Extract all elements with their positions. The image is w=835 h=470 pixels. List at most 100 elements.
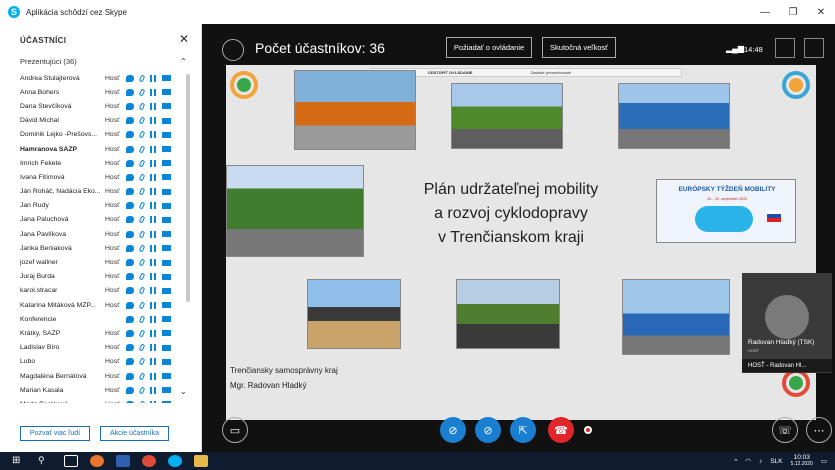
fullscreen-icon[interactable]	[804, 38, 824, 58]
mic-icon	[138, 130, 146, 139]
hold-icon	[150, 400, 156, 403]
collapse-chevron-icon[interactable]: ⌃	[180, 57, 187, 66]
dialpad-icon[interactable]: ☏	[772, 417, 798, 443]
request-control-button[interactable]: Požiadať o ovládanie	[446, 37, 532, 58]
participant-row[interactable]: Dana Števčíková Hosť	[20, 99, 188, 113]
participant-role: Hosť	[105, 117, 120, 125]
participant-row[interactable]: Jana Pavlíkova Hosť	[20, 227, 188, 241]
mic-icon	[138, 343, 146, 352]
participant-row[interactable]: Marta BerákováHosť	[20, 397, 188, 403]
panel-title: ÚČASTNÍCI	[20, 36, 67, 45]
participant-name: Jana Paluchová	[20, 216, 69, 224]
chrome-icon[interactable]	[142, 455, 156, 467]
participant-row[interactable]: Juraj Burda Hosť	[20, 270, 188, 284]
firefox-icon[interactable]	[90, 455, 104, 467]
participant-row[interactable]: Marian Kasala Hosť	[20, 383, 188, 397]
participant-row[interactable]: Janka Beniaková Hosť	[20, 241, 188, 255]
presenters-section-label[interactable]: Prezentujúci (36)	[20, 57, 77, 66]
participant-row[interactable]: Lubo Hosť	[20, 355, 188, 369]
participant-name: Andrea Štulajterová	[20, 74, 80, 82]
mic-icon	[138, 329, 146, 338]
volume-icon[interactable]: ♪	[759, 458, 762, 465]
participant-name: Ladislav Bíro	[20, 344, 60, 352]
more-options-icon[interactable]: ⋯	[806, 417, 832, 443]
invite-more-button[interactable]: Pozvať viac ľudí	[20, 426, 90, 441]
snowplow-photo	[294, 70, 416, 150]
participant-row[interactable]: Dominik Lejko -Prešovs... Hosť	[20, 128, 188, 142]
participant-row[interactable]: Andrea Štulajterová Hosť	[20, 71, 188, 85]
give-up-control-button[interactable]: ODSTÚPIŤ OVLÁDANIE	[428, 70, 473, 75]
participant-row[interactable]: Hamranova SAZP Hosť	[20, 142, 188, 156]
layout-icon[interactable]	[775, 38, 795, 58]
participant-actions-button[interactable]: Akcie účastníka	[100, 426, 169, 441]
presenting-toolbar: Právo prezentujete ODSTÚPIŤ OVLÁDANIE Za…	[371, 68, 682, 77]
participant-name: Hamranova SAZP	[20, 145, 78, 153]
screen-share-icon	[162, 216, 171, 223]
participant-row[interactable]: Konferencie	[20, 312, 188, 326]
chat-icon[interactable]: ▭	[222, 417, 248, 443]
scroll-down-chevron-icon[interactable]: ⌄	[180, 387, 187, 396]
participant-row[interactable]: Ján Roháč, Nadácia Eko... Hosť	[20, 185, 188, 199]
participant-list-scrollbar[interactable]	[186, 74, 190, 302]
clock[interactable]: 10:03 5.12.2020	[791, 454, 813, 468]
actual-size-button[interactable]: Skutočná veľkosť	[542, 37, 616, 58]
stop-presenting-button[interactable]: Zastaviť prezentovanie	[530, 70, 571, 75]
mic-icon	[138, 386, 146, 395]
participant-row[interactable]: jozef wallner Hosť	[20, 255, 188, 269]
shared-presentation-slide: Právo prezentujete ODSTÚPIŤ OVLÁDANIE Za…	[226, 65, 816, 420]
language-indicator[interactable]: SLK	[770, 458, 782, 465]
mobility-week-title: EURÓPSKY TÝŽDEŇ MOBILITY	[678, 186, 776, 193]
mic-mute-icon[interactable]: ⊘	[475, 417, 501, 443]
network-icon[interactable]: ◠	[745, 457, 751, 465]
screen-share-icon	[162, 245, 171, 252]
notifications-icon[interactable]: ▭	[821, 457, 827, 465]
hang-up-icon[interactable]: ☎	[548, 417, 574, 443]
participant-row[interactable]: Dávid Michal Hosť	[20, 114, 188, 128]
start-icon[interactable]: ⊞	[12, 455, 26, 467]
skype-taskbar-icon[interactable]	[168, 455, 182, 467]
mic-icon	[138, 400, 146, 403]
participant-row[interactable]: Krátky, SAŽP Hosť	[20, 326, 188, 340]
participant-row[interactable]: Ivana Fitímová Hosť	[20, 170, 188, 184]
app-icon[interactable]	[116, 455, 130, 467]
participant-row[interactable]: Jana Paluchová Hosť	[20, 213, 188, 227]
participant-row[interactable]: karol.stracar Hosť	[20, 284, 188, 298]
mic-icon	[138, 187, 146, 196]
chat-icon	[126, 358, 134, 366]
share-screen-icon[interactable]: ⇱	[510, 417, 536, 443]
participant-row[interactable]: Katarína Mitáková MŽP... Hosť	[20, 298, 188, 312]
slovak-flag-icon	[767, 210, 781, 222]
video-tile[interactable]: Radovan Hladký (TSK) HOST	[742, 273, 832, 373]
chat-icon	[126, 188, 134, 196]
participant-row[interactable]: Imrich Fekete Hosť	[20, 156, 188, 170]
participant-row[interactable]: Ladislav Bíro Hosť	[20, 341, 188, 355]
close-icon[interactable]: ✕	[807, 0, 835, 24]
file-explorer-icon[interactable]	[194, 455, 208, 467]
mic-icon	[138, 230, 146, 239]
participant-name: Magdaléna Bernátová	[20, 372, 87, 380]
task-view-icon[interactable]	[64, 455, 78, 467]
minimize-icon[interactable]: —	[751, 0, 779, 24]
participant-row[interactable]: Magdaléna Bernátová Hosť	[20, 369, 188, 383]
participant-row[interactable]: Jan Rudy Hosť	[20, 199, 188, 213]
participant-name: Marta Beráková	[20, 401, 105, 403]
participant-role: Hosť	[105, 102, 120, 110]
participant-row[interactable]: Anna Bohers Hosť	[20, 85, 188, 99]
road-construction-photo	[456, 279, 560, 349]
chat-icon	[126, 216, 134, 224]
close-panel-icon[interactable]: ✕	[179, 32, 189, 46]
screen-share-icon	[162, 387, 171, 394]
video-off-icon[interactable]: ⊘	[440, 417, 466, 443]
chat-icon	[126, 202, 134, 210]
chat-icon	[126, 273, 134, 281]
participants-icon[interactable]	[222, 39, 244, 61]
restore-icon[interactable]: ❐	[779, 0, 807, 24]
search-icon[interactable]: ⚲	[38, 455, 52, 467]
participant-role: Hosť	[105, 244, 120, 252]
mic-icon	[138, 116, 146, 125]
chat-icon	[126, 131, 134, 139]
bus-illustration	[695, 206, 753, 232]
tray-chevron-icon[interactable]: ^	[734, 458, 737, 465]
participant-role: Hosť	[105, 74, 120, 82]
participant-name: Konferencie	[20, 315, 57, 323]
